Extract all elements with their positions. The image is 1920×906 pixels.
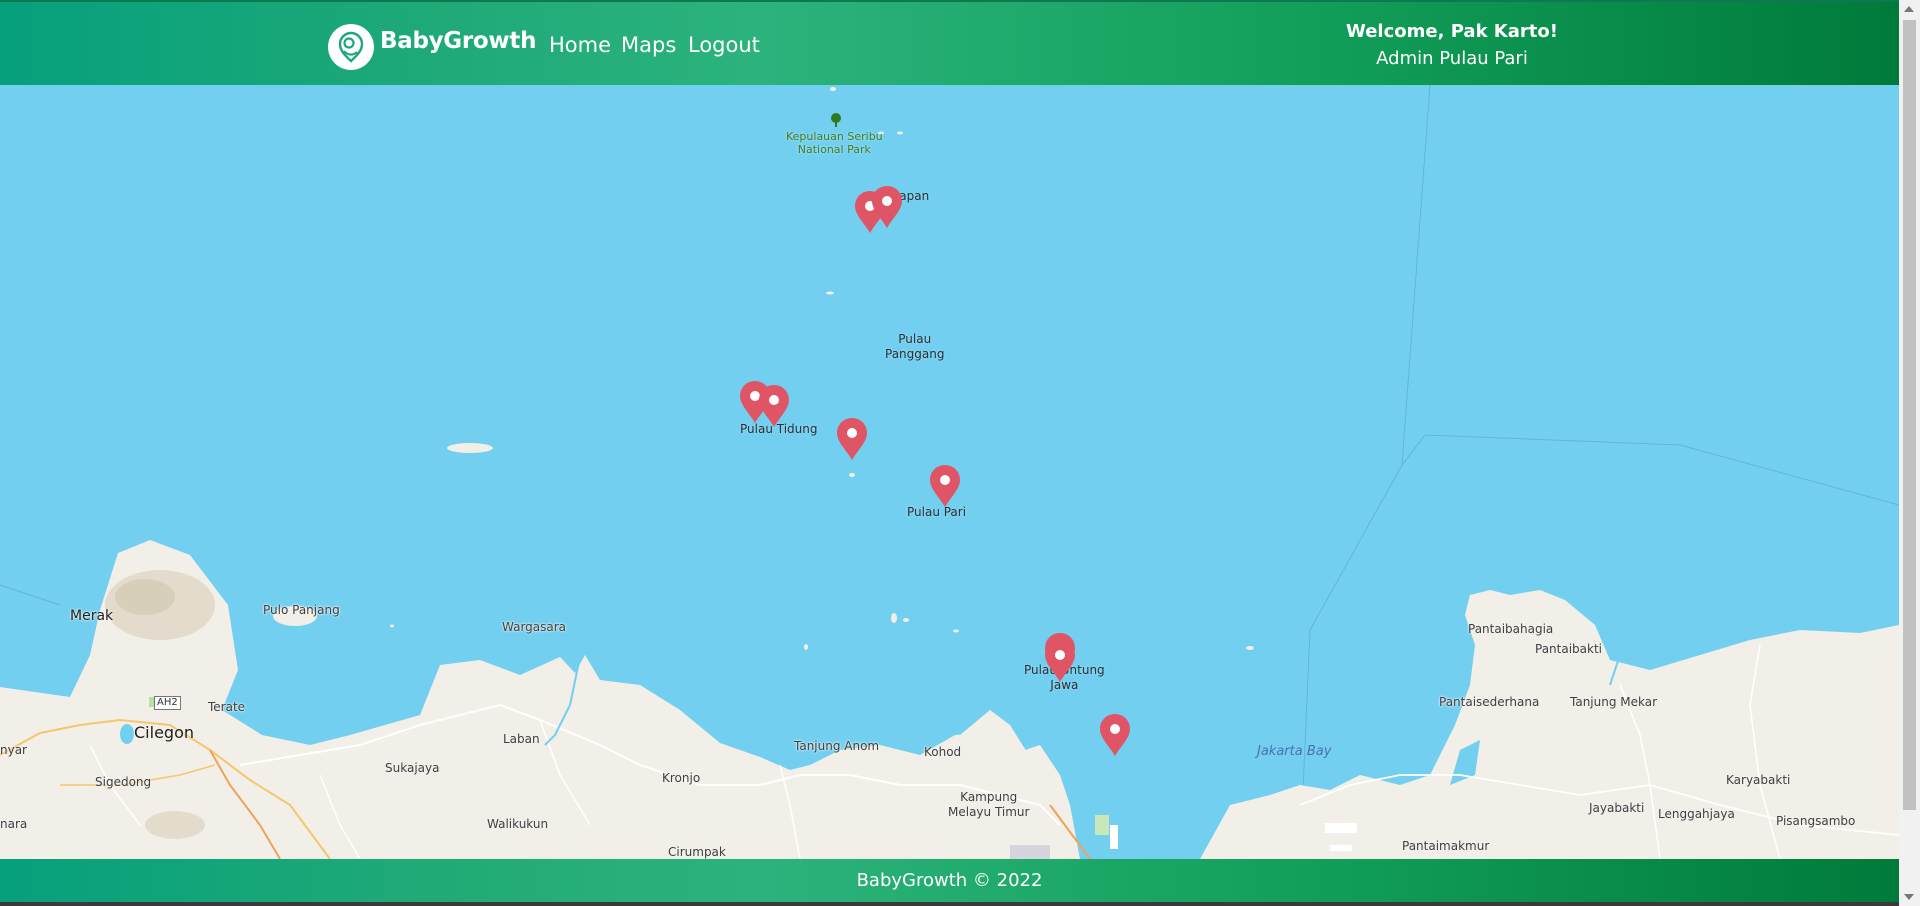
scroll-up-arrow-icon[interactable] [1904,6,1914,12]
pisangsambo-label: Pisangsambo [1776,814,1856,828]
tanjung-anom-label: Tanjung Anom [794,739,880,753]
jakarta-bay-label: Jakarta Bay [1257,744,1332,759]
welcome-title: Welcome, Pak Karto! [1346,21,1558,42]
pantaibakti-label: Pantaibakti [1535,642,1603,656]
scroll-down-arrow-icon[interactable] [1904,894,1914,900]
sukajaya-label: Sukajaya [385,761,440,775]
ah2-shield: AH2 [154,696,181,710]
anyar-label: nyar [0,743,27,757]
marker-pin-icon[interactable] [927,463,963,509]
nav-logout-link[interactable]: Logout [688,33,760,57]
panggang-label-line1: Pulau [898,332,932,346]
wargasara-label: Wargasara [502,620,567,634]
page-footer: BabyGrowth © 2022 [0,859,1899,902]
pulo-panjang-label: Pulo Panjang [263,603,340,617]
nara-label: nara [0,817,28,831]
brand-name[interactable]: BabyGrowth [380,28,536,54]
kampung-label-line1: Kampung [960,790,1018,804]
nav-maps-link[interactable]: Maps [621,33,676,57]
pantaimakmur-label: Pantaimakmur [1402,839,1490,853]
kohod-label: Kohod [924,745,962,759]
baby-logo-icon[interactable] [328,24,374,70]
panggang-label: Pulau Panggang [885,332,944,362]
karyabakti-label: Karyabakti [1726,773,1791,787]
kampung-label: Kampung Melayu Timur [948,790,1029,820]
park-label-line1: Kepulauan Seribu [786,130,883,143]
marker-pin-icon[interactable] [1097,712,1133,758]
welcome-block: Welcome, Pak Karto! Admin Pulau Pari [1300,20,1604,71]
vertical-scrollbar[interactable] [1899,0,1920,906]
marker-pin-icon[interactable] [834,416,870,462]
app-page: BabyGrowth Home Maps Logout Welcome, Pak… [0,0,1920,906]
welcome-subtitle: Admin Pulau Pari [1376,48,1528,69]
sigedong-label: Sigedong [95,775,152,789]
pantaibahagia-label: Pantaibahagia [1468,622,1554,636]
park-label: Kepulauan Seribu National Park [786,130,883,156]
tanjung-mekar-label: Tanjung Mekar [1570,695,1658,709]
laban-label: Laban [503,732,540,746]
scrollbar-thumb[interactable] [1903,20,1916,810]
marker-pin-icon[interactable] [869,184,905,230]
lenggahjaya-label: Lenggahjaya [1658,807,1735,821]
merak-label: Merak [70,608,114,624]
marker-pin-icon[interactable] [1042,638,1078,684]
park-label-line2: National Park [797,143,871,156]
nav-home-link[interactable]: Home [549,33,611,57]
walikukun-label: Walikukun [487,817,549,831]
kampung-label-line2: Melayu Timur [948,805,1030,819]
top-navbar: BabyGrowth Home Maps Logout Welcome, Pak… [0,0,1899,85]
map-view[interactable]: Kepulauan Seribu National Park Harapan P… [0,85,1899,859]
cilegon-label: Cilegon [134,723,194,742]
panggang-label-line2: Panggang [885,347,945,361]
cirumpak-label: Cirumpak [668,845,726,859]
tree-icon [830,113,841,127]
marker-pin-icon[interactable] [756,383,792,429]
jayabakti-label: Jayabakti [1589,801,1645,815]
terate-label: Terate [208,700,246,714]
pantaisederhana-label: Pantaisederhana [1439,695,1540,709]
bottom-edge [0,902,1899,906]
kronjo-label: Kronjo [662,771,701,785]
